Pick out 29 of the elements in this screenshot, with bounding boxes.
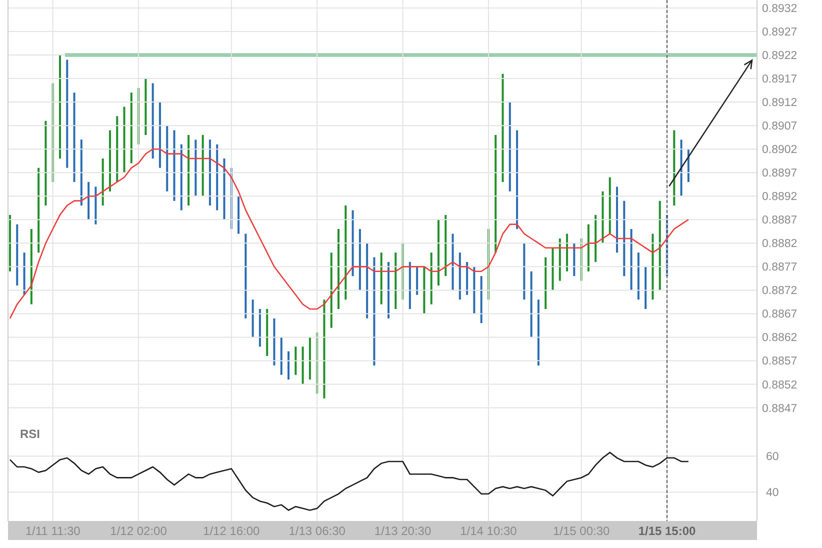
axis-label: 1/13 20:30 bbox=[374, 524, 432, 538]
axis-label: 0.8882 bbox=[762, 238, 798, 250]
axis-label: 0.8862 bbox=[762, 332, 798, 344]
axis-label: 1/15 00:30 bbox=[552, 524, 610, 538]
axis-label: 1/12 16:00 bbox=[203, 524, 260, 538]
axis-label: 0.8872 bbox=[762, 285, 798, 298]
axis-label: 1/11 11:30 bbox=[25, 524, 80, 538]
axis-label: 1/14 10:30 bbox=[460, 524, 517, 538]
chart-title: RSI bbox=[20, 427, 40, 441]
axis-label: 0.8877 bbox=[762, 262, 798, 274]
axis-label: 0.8847 bbox=[762, 402, 798, 415]
axis-label: 0.8852 bbox=[762, 379, 798, 392]
axis-label: 0.8907 bbox=[762, 120, 798, 133]
axis-label: 1/15 15:00 bbox=[638, 524, 696, 538]
axis-label: 0.8932 bbox=[762, 3, 798, 15]
axis-label: 0.8857 bbox=[762, 356, 798, 368]
axis-label: 0.8867 bbox=[762, 308, 798, 321]
axis-label: 60 bbox=[766, 451, 779, 464]
axis-label: 1/12 02:00 bbox=[110, 524, 167, 538]
axis-label: 1/13 06:30 bbox=[288, 524, 346, 538]
axis-label: 0.8927 bbox=[762, 26, 798, 38]
axis-label: 0.8892 bbox=[762, 191, 798, 204]
axis-label: 40 bbox=[766, 487, 779, 500]
axis-label: 0.8922 bbox=[762, 50, 798, 62]
axis-label: 0.8902 bbox=[762, 144, 798, 156]
axis-label: 0.8887 bbox=[762, 214, 798, 227]
axis-label: 0.8897 bbox=[762, 168, 798, 180]
axis-label: 0.8912 bbox=[762, 97, 798, 110]
axis-label: 0.8917 bbox=[762, 74, 798, 86]
